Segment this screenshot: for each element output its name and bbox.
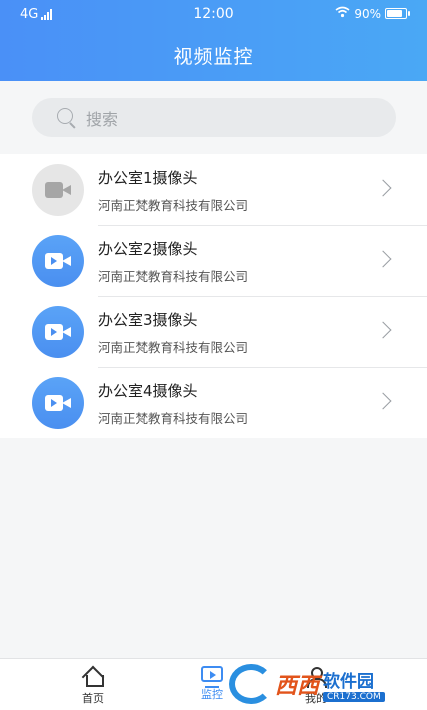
watermark-url: CR173.COM bbox=[323, 691, 385, 702]
status-bar: 4G 12:00 90% bbox=[0, 0, 427, 30]
chevron-right-icon bbox=[374, 321, 392, 339]
camera-name: 办公室3摄像头 bbox=[98, 311, 198, 329]
app-header: 4G 12:00 90% 视频监控 bbox=[0, 0, 427, 81]
camera-company: 河南正梵教育科技有限公司 bbox=[98, 411, 249, 426]
chevron-right-icon bbox=[374, 392, 392, 410]
camera-item-2[interactable]: 办公室2摄像头 河南正梵教育科技有限公司 bbox=[0, 225, 427, 296]
camera-avatar bbox=[32, 234, 84, 287]
camera-company: 河南正梵教育科技有限公司 bbox=[98, 198, 249, 213]
watermark: 西西 软件园 CR173.COM bbox=[229, 663, 415, 705]
search-section: 搜索 bbox=[0, 81, 427, 154]
camera-company: 河南正梵教育科技有限公司 bbox=[98, 269, 249, 284]
watermark-logo-icon bbox=[229, 664, 273, 704]
camera-company: 河南正梵教育科技有限公司 bbox=[98, 340, 249, 355]
tab-label: 监控 bbox=[201, 688, 223, 701]
search-icon bbox=[56, 107, 78, 129]
camera-avatar bbox=[32, 163, 84, 216]
search-input[interactable]: 搜索 bbox=[32, 98, 396, 137]
camera-avatar bbox=[32, 376, 84, 429]
battery-percent: 90% bbox=[354, 6, 381, 21]
camera-avatar bbox=[32, 305, 84, 358]
camera-item-4[interactable]: 办公室4摄像头 河南正梵教育科技有限公司 bbox=[0, 367, 427, 438]
page-title: 视频监控 bbox=[173, 46, 254, 68]
tab-label: 首页 bbox=[82, 692, 104, 705]
watermark-name: 软件园 bbox=[323, 671, 375, 692]
camera-name: 办公室2摄像头 bbox=[98, 240, 198, 258]
tab-home[interactable]: 首页 bbox=[63, 666, 123, 706]
video-camera-icon bbox=[45, 181, 71, 198]
camera-item-1[interactable]: 办公室1摄像头 河南正梵教育科技有限公司 bbox=[0, 154, 427, 225]
battery-icon bbox=[385, 8, 410, 19]
monitor-icon bbox=[201, 666, 223, 688]
camera-name: 办公室4摄像头 bbox=[98, 382, 198, 400]
video-camera-icon bbox=[45, 394, 71, 411]
camera-item-3[interactable]: 办公室3摄像头 河南正梵教育科技有限公司 bbox=[0, 296, 427, 367]
video-camera-icon bbox=[45, 323, 71, 340]
video-camera-icon bbox=[45, 252, 71, 269]
search-placeholder: 搜索 bbox=[86, 109, 119, 129]
wifi-icon bbox=[335, 6, 350, 21]
camera-name: 办公室1摄像头 bbox=[98, 169, 198, 187]
watermark-brand: 西西 bbox=[275, 674, 320, 699]
home-icon bbox=[82, 666, 104, 687]
chevron-right-icon bbox=[374, 179, 392, 197]
camera-list: 办公室1摄像头 河南正梵教育科技有限公司 办公室2摄像头 河南正梵教育科技有限公… bbox=[0, 154, 427, 438]
chevron-right-icon bbox=[374, 250, 392, 268]
